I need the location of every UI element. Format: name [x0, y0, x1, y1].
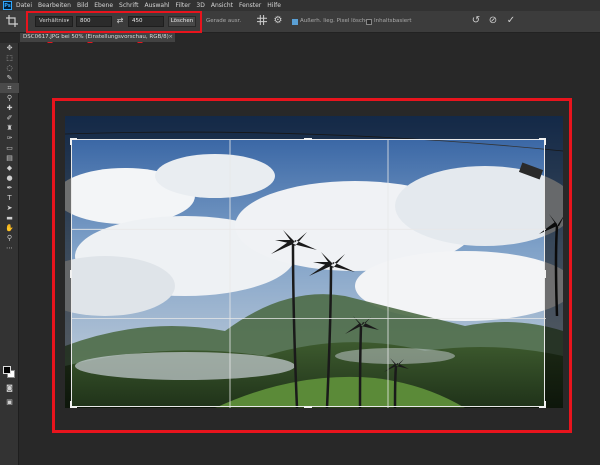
- menu-hilfe[interactable]: Hilfe: [267, 2, 281, 9]
- crop-icon[interactable]: [6, 15, 18, 27]
- photoshop-window: Ps Datei Bearbeiten Bild Ebene Schrift A…: [0, 0, 600, 465]
- canvas-area: [20, 43, 600, 465]
- quick-select-tool-icon[interactable]: ✎: [0, 73, 19, 83]
- hand-tool-icon[interactable]: ✋: [0, 223, 19, 233]
- commit-icon[interactable]: ✓: [505, 15, 517, 27]
- move-tool-icon[interactable]: ✥: [0, 43, 19, 53]
- menu-schrift[interactable]: Schrift: [119, 2, 138, 9]
- gradient-tool-icon[interactable]: ▤: [0, 153, 19, 163]
- path-select-tool-icon[interactable]: ➤: [0, 203, 19, 213]
- gear-icon[interactable]: ⚙: [272, 15, 284, 27]
- shape-tool-icon[interactable]: ▬: [0, 213, 19, 223]
- menu-filter[interactable]: Filter: [176, 2, 191, 9]
- delete-cropped-checkbox[interactable]: [292, 19, 298, 25]
- marquee-tool-icon[interactable]: ⬚: [0, 53, 19, 63]
- stamp-tool-icon[interactable]: ♜: [0, 123, 19, 133]
- history-brush-tool-icon[interactable]: ✑: [0, 133, 19, 143]
- menu-ebene[interactable]: Ebene: [94, 2, 113, 9]
- foreground-color-swatch[interactable]: [3, 366, 11, 374]
- more-tools-icon[interactable]: ⋯: [0, 243, 19, 253]
- tools-panel: ✥ ⬚ ◌ ✎ ⌗ ⚲ ✚ ✐ ♜ ✑ ▭ ▤ ◆ ● ✒ T ➤ ▬ ✋ ⚲ …: [0, 43, 19, 465]
- zoom-tool-icon[interactable]: ⚲: [0, 233, 19, 243]
- document-tab[interactable]: DSC0617.JPG bei 50% (Einstellungsvorscha…: [20, 33, 175, 42]
- menu-bar: Ps Datei Bearbeiten Bild Ebene Schrift A…: [0, 0, 600, 11]
- type-tool-icon[interactable]: T: [0, 193, 19, 203]
- menu-auswahl[interactable]: Auswahl: [144, 2, 169, 9]
- content-aware-checkbox[interactable]: [366, 19, 372, 25]
- document-tab-bar: DSC0617.JPG bei 50% (Einstellungsvorscha…: [20, 33, 600, 42]
- crop-tool-icon[interactable]: ⌗: [0, 83, 19, 93]
- app-logo: Ps: [3, 1, 12, 10]
- document-tab-title: DSC0617.JPG bei 50% (Einstellungsvorscha…: [23, 34, 169, 40]
- content-aware-label: Inhaltsbasiert: [374, 18, 412, 24]
- cancel-icon[interactable]: ⊘: [487, 15, 499, 27]
- screen-mode-icon[interactable]: ▣: [0, 397, 19, 407]
- delete-cropped-label: Außerh. lieg. Pixel löschen: [300, 18, 373, 24]
- options-bar: Verhältnis ▾ 800 ⇄ 450 Löschen Gerade au…: [0, 11, 600, 33]
- menu-fenster[interactable]: Fenster: [239, 2, 261, 9]
- quick-mask-icon[interactable]: ◙: [0, 383, 19, 393]
- highlight-box-canvas: [52, 98, 572, 433]
- menu-ansicht[interactable]: Ansicht: [211, 2, 233, 9]
- eyedropper-tool-icon[interactable]: ⚲: [0, 93, 19, 103]
- blur-tool-icon[interactable]: ◆: [0, 163, 19, 173]
- pen-tool-icon[interactable]: ✒: [0, 183, 19, 193]
- straighten-button[interactable]: Gerade ausr.: [206, 16, 241, 27]
- menu-3d[interactable]: 3D: [196, 2, 204, 9]
- close-icon[interactable]: ×: [168, 33, 173, 42]
- reset-icon[interactable]: ↺: [470, 15, 482, 27]
- healing-tool-icon[interactable]: ✚: [0, 103, 19, 113]
- menu-bild[interactable]: Bild: [77, 2, 88, 9]
- grid-overlay-icon[interactable]: [256, 15, 268, 27]
- brush-tool-icon[interactable]: ✐: [0, 113, 19, 123]
- menu-bearbeiten[interactable]: Bearbeiten: [38, 2, 71, 9]
- eraser-tool-icon[interactable]: ▭: [0, 143, 19, 153]
- dodge-tool-icon[interactable]: ●: [0, 173, 19, 183]
- highlight-box-options: [26, 11, 202, 33]
- lasso-tool-icon[interactable]: ◌: [0, 63, 19, 73]
- menu-datei[interactable]: Datei: [16, 2, 32, 9]
